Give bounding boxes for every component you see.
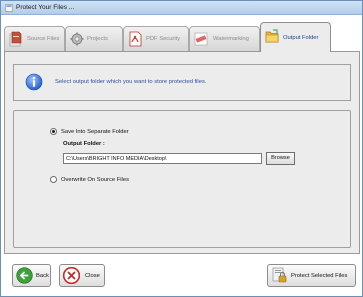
tab-label: Source Files xyxy=(27,36,60,42)
close-label: Close xyxy=(85,273,100,279)
overwrite-label: Overwrite On Source Files xyxy=(61,176,129,183)
save-separate-label: Save Into Separate Folder xyxy=(61,128,129,135)
protect-files-icon xyxy=(272,267,287,283)
info-icon xyxy=(25,73,43,91)
overwrite-radio[interactable] xyxy=(50,176,57,183)
tab-projects[interactable]: Projects xyxy=(65,26,123,51)
watermark-stamp-icon xyxy=(194,32,208,46)
close-button[interactable]: Close xyxy=(59,264,105,287)
window-title: Protect Your Files ... xyxy=(16,4,75,11)
tab-output-folder[interactable]: Output Folder xyxy=(260,22,331,52)
pdf-icon xyxy=(129,31,142,47)
tab-watermarking[interactable]: Watermarking xyxy=(189,26,260,51)
title-bar[interactable]: Protect Your Files ... xyxy=(1,1,362,15)
tab-strip: Source Files Projects PDF Security Water… xyxy=(4,22,360,52)
save-separate-radio[interactable] xyxy=(50,128,57,135)
close-icon xyxy=(63,267,80,284)
browse-button[interactable]: Browse xyxy=(266,152,295,165)
projects-gear-icon xyxy=(70,32,84,46)
overwrite-option[interactable]: Overwrite On Source Files xyxy=(50,176,129,183)
back-arrow-icon xyxy=(16,267,33,284)
output-folder-panel: Select output folder which you want to s… xyxy=(4,51,360,254)
back-label: Back xyxy=(36,273,49,279)
app-icon xyxy=(5,4,13,12)
footer-bar: Back Close Protect Selected Files xyxy=(4,257,360,294)
options-group: Save Into Separate Folder Output Folder … xyxy=(13,110,351,248)
tab-label: PDF Security xyxy=(146,36,181,42)
tab-label: Projects xyxy=(87,36,108,42)
back-button[interactable]: Back xyxy=(12,264,51,287)
tab-label: Output Folder xyxy=(283,35,319,41)
info-box: Select output folder which you want to s… xyxy=(13,64,351,101)
protect-selected-files-label: Protect Selected Files xyxy=(291,273,348,279)
tab-label: Watermarking xyxy=(213,36,249,42)
tab-pdf-security[interactable]: PDF Security xyxy=(123,26,189,51)
output-folder-label: Output Folder : xyxy=(63,141,105,147)
app-window: Protect Your Files ... Source Files Proj… xyxy=(0,0,363,297)
protect-selected-files-button[interactable]: Protect Selected Files xyxy=(267,264,356,287)
tab-source-files[interactable]: Source Files xyxy=(4,26,65,51)
save-separate-option[interactable]: Save Into Separate Folder xyxy=(50,128,129,135)
output-folder-field[interactable] xyxy=(63,153,262,164)
info-text: Select output folder which you want to s… xyxy=(55,79,207,85)
folder-icon xyxy=(265,29,279,43)
source-files-icon xyxy=(9,31,22,47)
